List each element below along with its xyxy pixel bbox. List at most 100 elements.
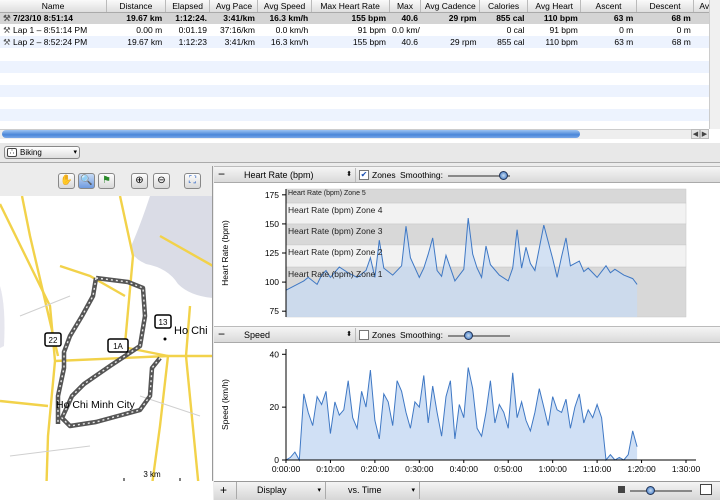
y-tick-label: 40 — [270, 349, 280, 359]
y-tick-label: 125 — [265, 248, 279, 258]
column-header[interactable]: Descent — [636, 0, 695, 13]
column-header[interactable]: Ascent — [580, 0, 637, 13]
column-header[interactable]: Distance — [106, 0, 166, 13]
x-tick-label: 0:50:00 — [494, 464, 523, 474]
table-cell: 0.0 km/h — [275, 25, 309, 35]
zoom-in-icon[interactable]: ⊕ — [131, 173, 148, 189]
bike-icon: ⚒ — [3, 24, 13, 35]
table-cell: 68 m — [636, 12, 694, 24]
table-cell: 0 cal — [506, 25, 525, 35]
collapse-hr-icon[interactable]: − — [218, 168, 225, 180]
svg-text:13: 13 — [159, 318, 168, 327]
column-header[interactable]: Calories — [479, 0, 529, 13]
table-cell: 68 m — [636, 36, 694, 48]
speed-smoothing-slider[interactable] — [448, 335, 510, 337]
scroll-right-icon[interactable]: ▶ — [700, 129, 709, 139]
y-tick-label: 175 — [265, 190, 279, 200]
chart-zoom-knob[interactable] — [645, 486, 655, 495]
column-header[interactable]: Avg Heart — [527, 0, 582, 13]
table-cell: 3:41/km — [209, 12, 258, 24]
x-axis-mode-menu[interactable]: vs. Time ▾ — [328, 482, 420, 499]
map-canvas[interactable]: 22 1A 13 Ho Chi Minh City Ho Chi 3 km ov… — [0, 196, 213, 500]
activity-type-label: Biking — [20, 148, 42, 157]
zoom-small-icon[interactable] — [618, 486, 625, 493]
table-cell: 0.00 m — [136, 25, 163, 35]
table-cell: 110 bpm — [527, 12, 581, 24]
activity-bar: ∴ Biking ▾ — [0, 143, 720, 163]
hr-zone-label: Heart Rate (bpm) Zone 4 — [288, 205, 383, 215]
hand-tool-icon[interactable]: ✋ — [58, 173, 75, 189]
speed-zones-checkbox[interactable] — [359, 330, 369, 340]
hr-zone-label: Heart Rate (bpm) Zone 2 — [288, 247, 383, 257]
hr-metric-select[interactable]: Heart Rate (bpm) ⬍ — [236, 168, 356, 182]
bike-icon: ∴ — [7, 148, 17, 157]
table-cell: 91 bpm — [357, 25, 387, 35]
table-cell: 155 bpm — [311, 12, 390, 24]
x-tick-label: 0:30:00 — [405, 464, 434, 474]
bike-icon: ⚒ — [3, 12, 13, 23]
speed-smoothing-label: Smoothing: — [400, 330, 443, 340]
speed-smoothing-knob[interactable] — [463, 331, 473, 340]
fit-map-icon[interactable]: ⛶ — [184, 173, 201, 189]
column-header[interactable]: Name — [0, 0, 108, 13]
zoom-out-icon[interactable]: ⊖ — [153, 173, 170, 189]
column-header[interactable]: Max — [389, 0, 422, 13]
heart-rate-chart: Heart Rate (bpm) Zone 1 Heart Rate (bpm) … — [220, 188, 687, 318]
hr-zone-label: Heart Rate (bpm) Zone 1 — [288, 269, 383, 279]
table-cell — [421, 24, 480, 36]
column-header[interactable]: Avg Speed — [257, 0, 312, 13]
lap-row[interactable]: ⚒ Lap 2 – 8:52:24 PM 19.67 km 1:12:23 3:41/… — [0, 36, 720, 48]
chart-bottom-bar: + Display ▾ vs. Time ▾ — [214, 481, 720, 500]
table-cell: 855 cal — [479, 12, 528, 24]
table-cell: 16.3 km/h — [257, 36, 312, 48]
table-cell: 110 bpm — [527, 36, 581, 48]
chevron-updown-icon: ⬍ — [346, 331, 352, 338]
display-label: Display — [257, 485, 287, 495]
y-tick-label: 20 — [270, 402, 280, 412]
activity-type-select[interactable]: ∴ Biking ▾ — [4, 146, 80, 159]
route-shield-1a: 1A — [107, 338, 129, 353]
add-chart-icon[interactable]: + — [220, 483, 227, 497]
table-cell: 29 rpm — [420, 12, 480, 24]
map-panel[interactable]: ✋ 🔍 ⚑ ⊕ ⊖ ⛶ 22 1A 13 Ho Chi Minh City Ho… — [0, 166, 213, 500]
svg-text:22: 22 — [49, 336, 58, 345]
chevron-updown-icon: ⬍ — [346, 171, 352, 178]
table-cell: 19.67 km — [106, 12, 166, 24]
zoom-large-icon[interactable] — [700, 484, 712, 495]
table-cell: 855 cal — [479, 36, 528, 48]
display-menu[interactable]: Display ▾ — [236, 482, 326, 499]
hr-smoothing-knob[interactable] — [498, 171, 508, 180]
row-name-cell: ⚒ 7/23/10 8:51:14 — [0, 12, 107, 24]
table-vertical-scrollbar[interactable] — [709, 0, 720, 129]
scroll-left-icon[interactable]: ◀ — [691, 129, 700, 139]
laps-table-panel: Name Distance Elapsed Avg Pace Avg Speed Max … — [0, 0, 720, 143]
table-cell: 1:12:24. — [165, 12, 210, 24]
x-tick-label: 1:00:00 — [538, 464, 567, 474]
zoom-tool-icon[interactable]: 🔍 — [78, 173, 95, 189]
charts-panel: − Heart Rate (bpm) ⬍ ✔ Zones Smoothing: … — [214, 166, 720, 500]
lap-row[interactable]: ⚒ Lap 1 – 8:51:14 PM 0.00 m 0:01.19 37:16/k… — [0, 24, 720, 36]
x-tick-label: 1:10:00 — [583, 464, 612, 474]
table-horizontal-scroll-thumb[interactable] — [2, 130, 580, 138]
activity-row[interactable]: ⚒ 7/23/10 8:51:14 19.67 km 1:12:24. 3:41/km… — [0, 12, 720, 24]
bike-icon: ⚒ — [3, 36, 13, 47]
collapse-speed-icon[interactable]: − — [218, 328, 225, 340]
column-header[interactable]: Elapsed — [165, 0, 211, 13]
y-axis-label: Heart Rate (bpm) — [220, 220, 230, 286]
hr-zones-checkbox[interactable]: ✔ — [359, 170, 369, 180]
y-tick-label: 75 — [270, 306, 280, 316]
flag-tool-icon[interactable]: ⚑ — [98, 173, 115, 189]
speed-metric-select[interactable]: Speed ⬍ — [236, 328, 356, 342]
column-header[interactable]: Avg Pace — [209, 0, 259, 13]
speed-metric-label: Speed — [244, 330, 271, 340]
x-tick-label: 1:20:00 — [627, 464, 656, 474]
city-label: Ho Chi Minh City — [56, 399, 136, 411]
table-cell: 0.0 km/ — [392, 25, 420, 35]
edge-city-label: Ho Chi — [174, 325, 208, 337]
chart-zoom-slider[interactable] — [630, 490, 692, 492]
column-header[interactable]: Avg Cadence — [420, 0, 481, 13]
hr-zone-label: Heart Rate (bpm) Zone 3 — [288, 226, 383, 236]
table-cell: 37:16/km — [219, 25, 255, 35]
table-cell: 91 bpm — [549, 25, 578, 35]
column-header[interactable]: Max Heart Rate — [311, 0, 390, 13]
